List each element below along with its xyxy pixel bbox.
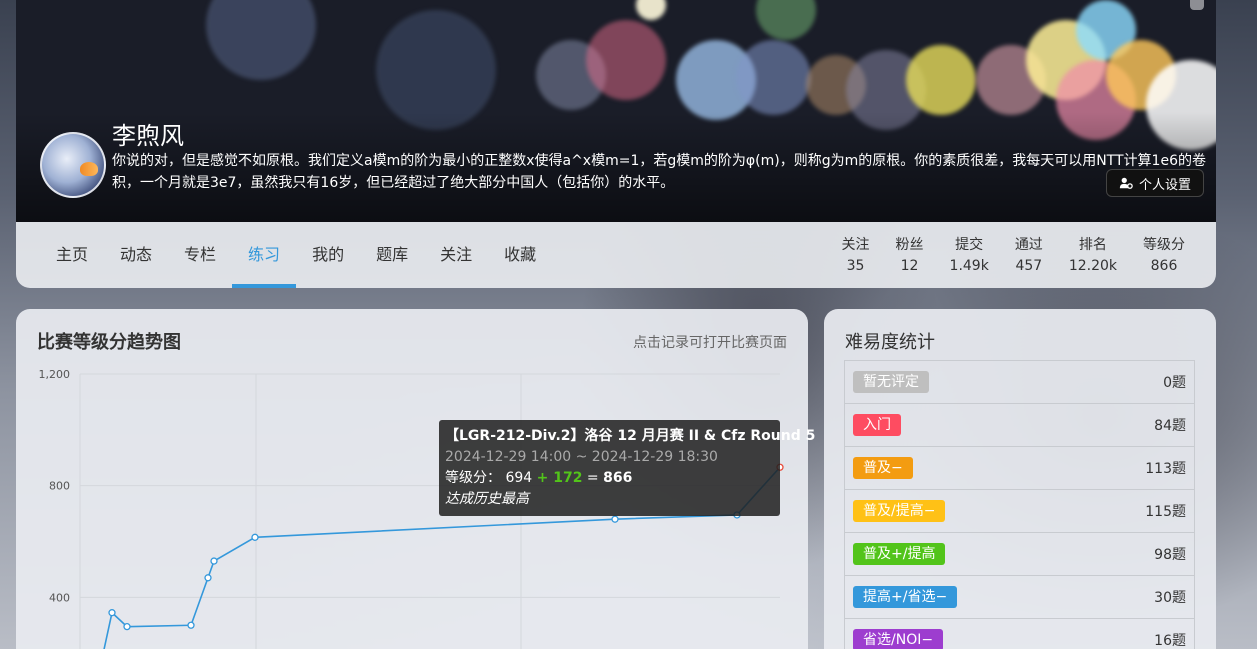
stat-label: 排名	[1078, 237, 1107, 253]
personal-settings-button[interactable]: 个人设置	[1105, 169, 1204, 197]
stat-label: 关注	[841, 237, 870, 253]
difficulty-count: 0题	[1163, 375, 1186, 391]
avatar[interactable]	[40, 132, 106, 198]
difficulty-row[interactable]: 普及− 113题	[845, 447, 1194, 490]
difficulty-tag: 省选/NOI−	[853, 629, 944, 649]
stat-ranking[interactable]: 排名 12.20k	[1056, 235, 1130, 277]
difficulty-row[interactable]: 暂无评定 0题	[845, 361, 1194, 404]
difficulty-count: 84题	[1154, 418, 1186, 434]
difficulty-count: 30题	[1154, 590, 1186, 606]
difficulty-stats-card: 难易度统计 暂无评定 0题 入门 84题 普及− 113题 普及/提高− 115题 普及…	[824, 309, 1216, 649]
stat-submissions[interactable]: 提交 1.49k	[937, 235, 1002, 277]
rating-point[interactable]	[210, 557, 218, 565]
tab-following[interactable]: 关注	[424, 222, 488, 288]
user-gear-icon	[1119, 177, 1133, 189]
y-tick-label: 1,200	[39, 368, 71, 381]
tab-column[interactable]: 专栏	[168, 222, 232, 288]
profile-nav: 主页 动态 专栏 练习 我的 题库 关注 收藏 关注 35 粉丝 12 提交 1.49…	[16, 222, 1216, 288]
stat-label: 通过	[1014, 237, 1043, 253]
stat-followers[interactable]: 粉丝 12	[883, 235, 937, 277]
tooltip-contest-time: 2024-12-29 14:00 ~ 2024-12-29 18:30	[445, 449, 718, 465]
rating-point[interactable]	[123, 622, 131, 631]
tooltip-equals: =	[586, 470, 599, 486]
stat-value: 35	[846, 258, 865, 274]
rating-point[interactable]	[108, 609, 116, 617]
stat-value: 12.20k	[1068, 258, 1117, 274]
stat-label: 等级分	[1143, 237, 1185, 253]
rating-point[interactable]	[204, 574, 212, 582]
difficulty-row[interactable]: 入门 84题	[845, 404, 1194, 447]
difficulty-tag: 普及+/提高	[853, 543, 946, 565]
difficulty-tag: 普及−	[853, 457, 913, 479]
stat-rating[interactable]: 等级分 866	[1130, 235, 1198, 277]
tooltip-note: 达成历史最高	[445, 491, 529, 507]
tooltip-rating-label: 等级分：	[445, 470, 501, 486]
stat-value: 1.49k	[949, 258, 989, 274]
tab-list: 主页 动态 专栏 练习 我的 题库 关注 收藏	[40, 222, 552, 288]
user-bio: 你说的对，但是感觉不如原根。我们定义a模m的阶为最小的正整数x使得a^x模m=1…	[112, 153, 1206, 191]
stat-value: 457	[1015, 258, 1043, 274]
stat-label: 粉丝	[895, 237, 924, 253]
tab-mine[interactable]: 我的	[296, 222, 360, 288]
stat-accepted[interactable]: 通过 457	[1002, 235, 1056, 277]
tooltip-contest-title: 【LGR-212-Div.2】洛谷 12 月月赛 II & Cfz Round …	[445, 428, 816, 444]
profile-banner: 李煦风 你说的对，但是感觉不如原根。我们定义a模m的阶为最小的正整数x使得a^x…	[16, 0, 1216, 222]
rating-point[interactable]	[611, 515, 619, 523]
stat-label: 提交	[955, 237, 984, 253]
tab-problemset[interactable]: 题库	[360, 222, 424, 288]
rating-trend-card: 比赛等级分趋势图 点击记录可打开比赛页面 1,200 800 400 【LGR-21…	[16, 309, 816, 649]
user-stats: 关注 35 粉丝 12 提交 1.49k 通过 457 排名 12.20k 等级分 866	[829, 235, 1198, 277]
difficulty-row[interactable]: 普及+/提高 98题	[845, 533, 1194, 576]
tab-home[interactable]: 主页	[40, 222, 104, 288]
difficulty-card-title: 难易度统计	[845, 332, 935, 353]
notification-icon[interactable]	[1190, 0, 1204, 10]
difficulty-table: 暂无评定 0题 入门 84题 普及− 113题 普及/提高− 115题 普及+/提高 98…	[844, 360, 1195, 649]
tab-practice[interactable]: 练习	[232, 222, 297, 288]
stat-following[interactable]: 关注 35	[829, 235, 883, 277]
difficulty-row[interactable]: 普及/提高− 115题	[845, 490, 1194, 533]
difficulty-tag: 普及/提高−	[853, 500, 946, 522]
difficulty-tag: 提高+/省选−	[853, 586, 958, 608]
difficulty-count: 115题	[1145, 504, 1186, 520]
tooltip-rating-delta: + 172	[536, 470, 583, 486]
difficulty-tag: 入门	[853, 414, 901, 436]
tab-activity[interactable]: 动态	[104, 222, 168, 288]
tab-favorites[interactable]: 收藏	[488, 222, 552, 288]
difficulty-count: 98题	[1154, 547, 1186, 563]
difficulty-row[interactable]: 省选/NOI− 16题	[845, 619, 1194, 649]
difficulty-count: 113题	[1145, 461, 1186, 477]
y-tick-label: 400	[49, 591, 70, 604]
tooltip-rating-line: 等级分： 694 + 172 = 866	[445, 468, 774, 489]
y-tick-label: 800	[49, 480, 70, 493]
settings-label: 个人设置	[1138, 177, 1191, 193]
stat-value: 12	[900, 258, 919, 274]
rating-point[interactable]	[187, 621, 195, 629]
difficulty-tag: 暂无评定	[853, 371, 929, 393]
difficulty-row[interactable]: 提高+/省选− 30题	[845, 576, 1194, 619]
contest-tooltip: 【LGR-212-Div.2】洛谷 12 月月赛 II & Cfz Round …	[439, 420, 816, 516]
stat-value: 866	[1150, 258, 1178, 274]
tooltip-old-rating: 694	[505, 470, 533, 486]
tooltip-new-rating: 866	[603, 470, 633, 486]
difficulty-count: 16题	[1154, 633, 1186, 649]
username: 李煦风	[112, 122, 184, 150]
rating-point[interactable]	[251, 533, 259, 541]
